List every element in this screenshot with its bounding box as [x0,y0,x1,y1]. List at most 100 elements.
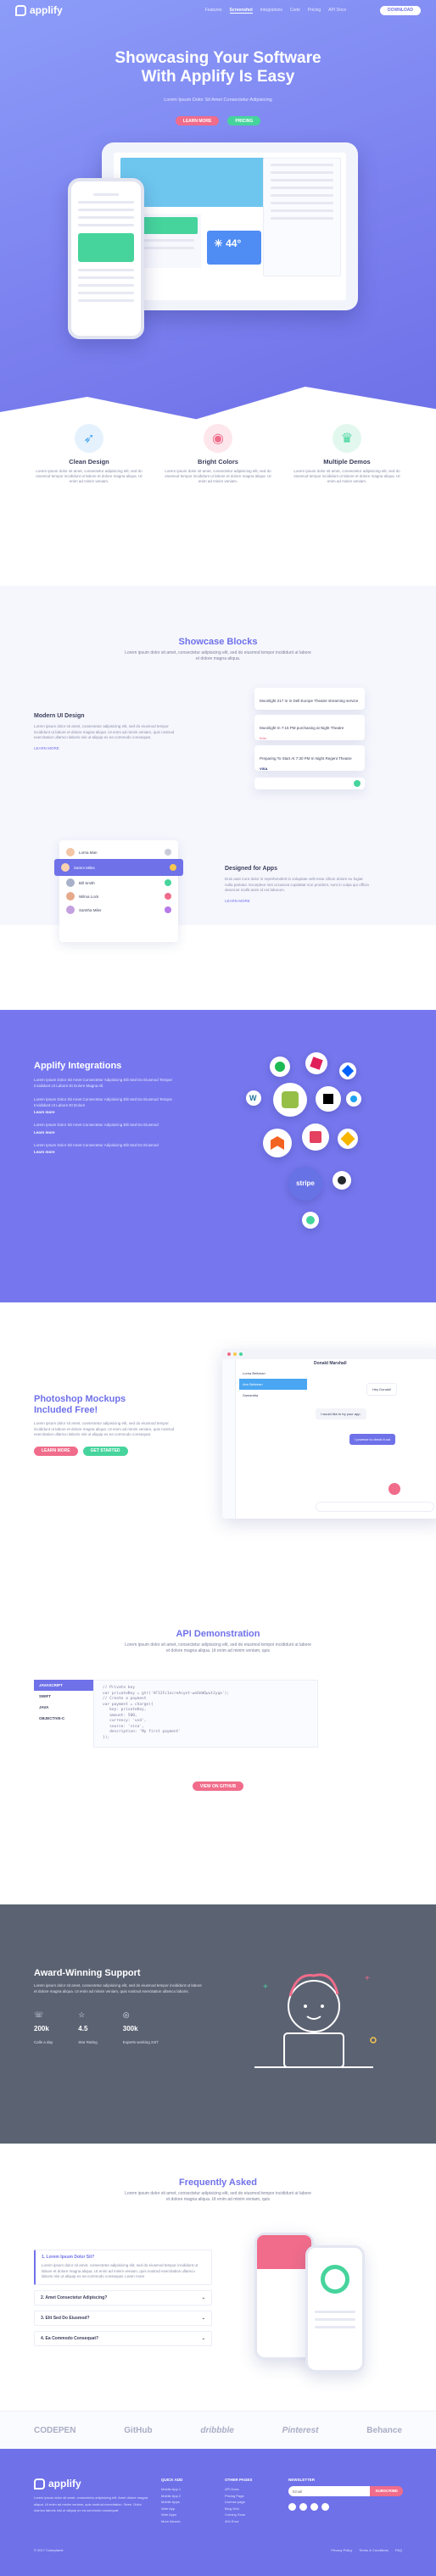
chat-bubble: Hey Donald! [366,1383,398,1396]
reply-input[interactable] [254,778,365,789]
learn-more-link[interactable]: Learn more [34,1150,178,1154]
feature-title: Clean Design [69,458,109,466]
integrations-section: Applify Integrations Lorem Ipsum Dolor S… [0,1010,436,1302]
logo-icon [15,4,26,16]
mockups-body: Lorem ipsum dolor sit amet, consectetur … [34,1421,175,1436]
nav-item-pricing[interactable]: Pricing [308,8,321,14]
chat-input[interactable] [316,1502,434,1512]
footer-link[interactable]: Mobile App 2 [161,2493,182,2500]
list-item[interactable]: Wilma Lock [59,889,178,903]
instagram-icon[interactable] [321,2503,329,2511]
view-on-github-button[interactable]: VIEW ON GITHUB [192,1781,244,1791]
footer-logo[interactable]: applify [34,2478,153,2490]
list-item-active[interactable]: Ann Belizean [239,1379,307,1390]
footer-link[interactable]: Mobile App 1 [161,2486,182,2493]
privacy-policy-link[interactable]: Privacy Policy [331,2548,352,2552]
nav-item-api-docs[interactable]: API Docs [328,8,346,14]
hero-learn-more-button[interactable]: LEARN MORE [175,116,220,125]
footer-link[interactable]: API Docs [225,2486,252,2493]
mockups-get-started-button[interactable]: GET STARTED [82,1446,128,1456]
svg-text:+: + [263,1982,268,1992]
hero-title: Showcasing Your Software With Applify Is… [0,49,436,86]
faq-item[interactable]: 3. Elit Sed Do Eiusmod? ⌄ [34,2310,212,2326]
subscribe-button[interactable]: SUBSCRIBE [370,2486,403,2496]
footer-link[interactable]: Web App [161,2506,182,2512]
message-card: Moonlight In 7:15 PM purchasing at Night… [254,715,365,740]
wordpress-icon: W [246,1090,261,1106]
feature-bright-colors: ◉ Bright Colors Lorem ipsum dolor sit am… [163,424,273,484]
footer-link[interactable]: 404 Error [225,2518,252,2525]
list-item[interactable]: Samantha [239,1390,307,1401]
support-stats: ☏ 200k Calls a day ☆ 4.5 Star Rating ◎ 3… [34,2006,204,2048]
faq-link[interactable]: FAQ [395,2548,402,2552]
nav-item-features[interactable]: Features [205,8,222,14]
list-item[interactable]: Lorna Belizean [239,1368,307,1379]
list-item[interactable]: Lorna Man [59,845,178,859]
action-icon[interactable] [165,879,171,886]
footer-link[interactable]: License page [225,2499,252,2506]
action-icon[interactable] [165,849,171,856]
terms-link[interactable]: Terms & Conditions [359,2548,388,2552]
faq-item[interactable]: 2. Amet Consectetur Adipiscing? ⌄ [34,2289,212,2306]
support-title: Award-Winning Support [34,1968,141,1978]
stat-calls: ☏ 200k Calls a day [34,2006,53,2048]
download-button[interactable]: DOWNLOAD [380,5,421,15]
tab-objective-c[interactable]: OBJECTIVE-C [34,1713,93,1724]
twitter-icon[interactable] [299,2503,307,2511]
palette-icon: ◉ [204,424,232,453]
footer-link[interactable]: Coming Soon [225,2512,252,2518]
code-line: }); [103,1735,110,1740]
footer: applify Lorem ipsum dolor sit amet, cons… [0,2449,436,2576]
footer-link[interactable]: Mobile Apps [161,2499,182,2506]
integration-point-text: Lorem Ipsum Dolor Sit Amet Consectetur A… [34,1142,159,1147]
tab-swift[interactable]: SWIFT [34,1691,93,1702]
newsletter-email-input[interactable] [288,2486,371,2496]
compose-icon[interactable] [388,1483,400,1495]
feature-title: Bright Colors [198,458,238,466]
faq-item-open[interactable]: 1. Lorem Ipsum Dolor Sit? Lorem ipsum do… [34,2250,212,2285]
footer-link[interactable]: Blog Grid [225,2506,252,2512]
tab-javascript[interactable]: JAVASCRIPT [34,1680,93,1691]
modern-ui-learn-more[interactable]: LEARN MORE [34,746,178,750]
github-icon [333,1171,351,1190]
learn-more-link[interactable]: Learn more [34,1130,178,1135]
list-item-active[interactable]: Samm Miles [54,859,183,876]
hero-pricing-button[interactable]: PRICING [227,116,261,125]
nav-item-screenshot[interactable]: Screenshot [229,8,253,14]
tab-java[interactable]: JAVA [34,1702,93,1713]
feature-text: Lorem ipsum dolor sit amet, consectetur … [36,469,143,483]
action-icon[interactable] [165,906,171,913]
nav-item-integrations[interactable]: Integrations [260,8,282,14]
stat-value: 4.5 [78,2025,88,2032]
google-plus-icon[interactable] [310,2503,318,2511]
logo[interactable]: applify [15,4,63,16]
avatar [66,892,75,900]
brands-strip: CODEPEN GitHub dribbble Pinterest Behanc… [0,2411,436,2449]
integration-point: Lorem Ipsum Dolor Sit Amet Consectetur A… [34,1097,178,1114]
learn-more-link[interactable]: Learn more [34,1110,178,1114]
stat-label: Experts working 24/7 [122,2040,159,2044]
list-item[interactable]: Bill Smith [59,876,178,889]
action-icon[interactable] [170,864,176,871]
designed-apps-learn-more[interactable]: LEARN MORE [225,899,369,903]
footer-link[interactable]: More Abouts [161,2518,182,2525]
list-item[interactable]: Samtha Miler [59,903,178,917]
users-list-card: Lorna Man Samm Miles Bill Smith Wilma Lo… [54,840,183,942]
integration-point: Lorem Ipsum Dolor Sit Amet Consectetur A… [34,1123,178,1135]
footer-link[interactable]: Web Apps [161,2512,182,2518]
nav-item-code[interactable]: Code [290,8,300,14]
logo-text: applify [30,4,63,16]
feature-title: Multiple Demos [323,458,371,466]
send-icon[interactable] [354,780,361,787]
chat-sidebar [222,1359,236,1519]
mockups-title-line2: Included Free! [34,1405,98,1415]
code-block: // Private key var privateKey = gtr('hF12… [93,1680,318,1748]
action-icon[interactable] [165,893,171,900]
facebook-icon[interactable] [288,2503,296,2511]
faq-item[interactable]: 4. Ea Commodo Consequat? ⌄ [34,2330,212,2346]
faq-title: Frequently Asked [179,2177,257,2188]
footer-link[interactable]: Pricing Page [225,2493,252,2500]
phone-card [78,233,134,262]
mockups-learn-more-button[interactable]: LEARN MORE [34,1446,78,1456]
chevron-down-icon: ⌄ [201,2335,205,2341]
